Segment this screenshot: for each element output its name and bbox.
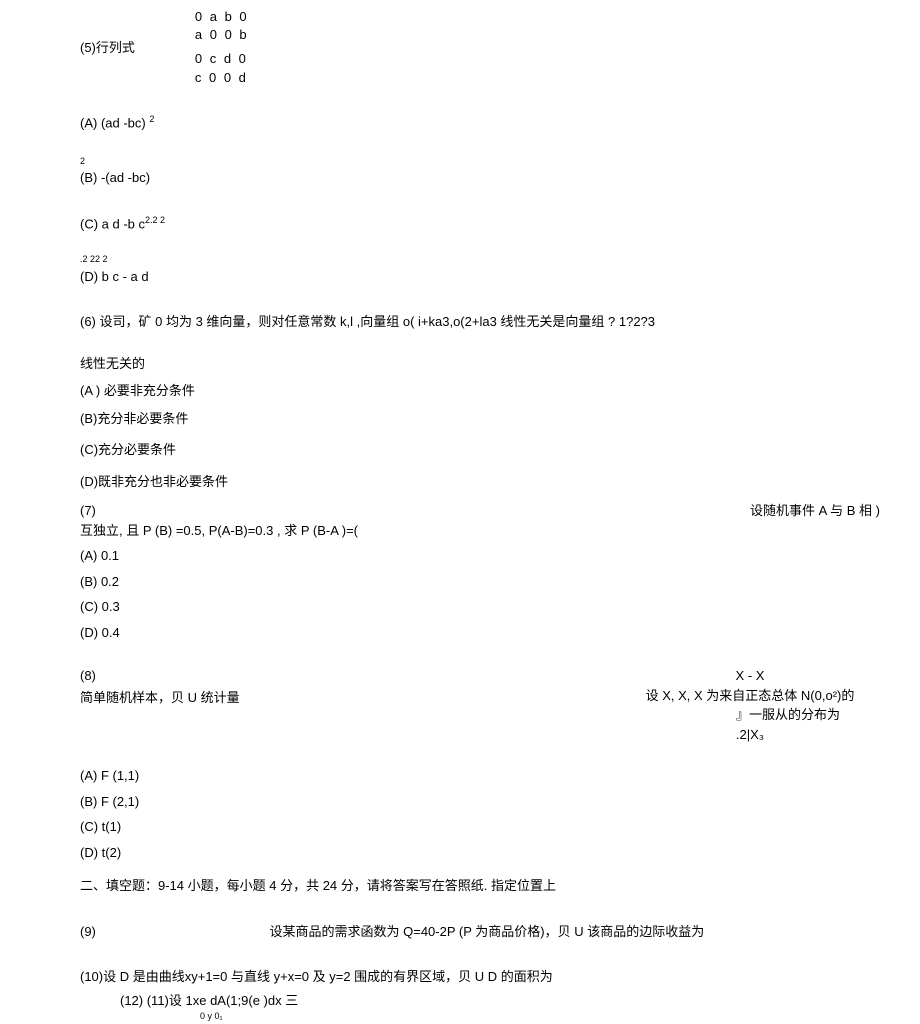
matrix-row: a 0 0 b (195, 26, 249, 44)
q6-option-b: (B)充分非必要条件 (80, 409, 920, 429)
q11-sub: 0 y 0₁ (200, 1010, 920, 1024)
q8-right-text-1: 设 X, X, X 为来自正态总体 N(0,o²)的 (600, 686, 900, 706)
q5-label: (5)行列式 (80, 38, 135, 58)
superscript: 2 (80, 155, 920, 169)
q7-option-a: (A) 0.1 (80, 546, 920, 566)
q6-text: (6) 设司，矿 0 均为 3 维向量，则对任意常数 k,l ,向量组 o( i… (80, 312, 920, 332)
q5-option-a: (A) (ad -bc) 2 (80, 113, 920, 133)
q7-line2: 互独立, 且 P (B) =0.5, P(A-B)=0.3 , 求 P (B-A… (80, 521, 920, 541)
section-2-heading: 二、填空题：9-14 小题，每小题 4 分，共 24 分，请将答案写在答照纸. … (80, 876, 920, 896)
q9-block: (9) 设某商品的需求函数为 Q=40-2P (P 为商品价格)，贝 U 该商品… (80, 922, 920, 942)
q8-number: (8) (80, 666, 600, 686)
q8-left-text: 简单随机样本，贝 U 统计量 (80, 688, 600, 708)
q11-text: (12) (11)设 1xe dA(1;9(e )dx 三 (120, 993, 298, 1008)
q5-matrix: 0 a b 0 a 0 0 b 0 c d 0 c 0 0 d (195, 8, 249, 87)
option-text: (A) (ad -bc) (80, 115, 149, 130)
q7-option-b: (B) 0.2 (80, 572, 920, 592)
q5-option-b: (B) -(ad -bc) (80, 168, 920, 188)
q7-option-d: (D) 0.4 (80, 623, 920, 643)
q8-formula-1: X - X (600, 666, 900, 686)
q7-right-text: 设随机事件 A 与 B 相 ) (750, 501, 880, 521)
superscript: 2.2 2 (145, 215, 165, 225)
q7-option-c: (C) 0.3 (80, 597, 920, 617)
q7-number: (7) (80, 501, 96, 521)
matrix-row: 0 c d 0 (195, 50, 249, 68)
q10-text: (10)设 D 是由曲线xy+1=0 与直线 y+x=0 及 y=2 围成的有界… (80, 967, 920, 987)
q6-sub: 线性无关的 (80, 354, 920, 374)
q5-option-d: (D) b c - a d (80, 267, 920, 287)
matrix-row: c 0 0 d (195, 69, 249, 87)
q8-block: (8) 简单随机样本，贝 U 统计量 X - X 设 X, X, X 为来自正态… (80, 666, 920, 744)
q6-option-a: (A ) 必要非充分条件 (80, 381, 920, 401)
q5-option-c: (C) a d -b c2.2 2 (80, 214, 920, 234)
superscript: .2 22 2 (80, 253, 920, 267)
q8-option-d: (D) t(2) (80, 843, 920, 863)
q8-option-b: (B) F (2,1) (80, 792, 920, 812)
q7-header: (7) 设随机事件 A 与 B 相 ) (80, 501, 920, 521)
q11-q12-overlay: (12) (11)设 1xe dA(1;9(e )dx 三 (120, 991, 920, 1011)
q8-right-text-2: 』一服从的分布为 (600, 705, 900, 725)
q6-option-d: (D)既非充分也非必要条件 (80, 472, 920, 492)
q6-option-c: (C)充分必要条件 (80, 440, 920, 460)
superscript: 2 (149, 114, 154, 124)
q9-number: (9) (80, 924, 96, 939)
q8-formula-2: .2|X₃ (600, 725, 900, 745)
q9-text: 设某商品的需求函数为 Q=40-2P (P 为商品价格)，贝 U 该商品的边际收… (270, 924, 705, 939)
q8-option-c: (C) t(1) (80, 817, 920, 837)
q8-option-a: (A) F (1,1) (80, 766, 920, 786)
option-text: (C) a d -b c (80, 216, 145, 231)
matrix-row: 0 a b 0 (195, 8, 249, 26)
